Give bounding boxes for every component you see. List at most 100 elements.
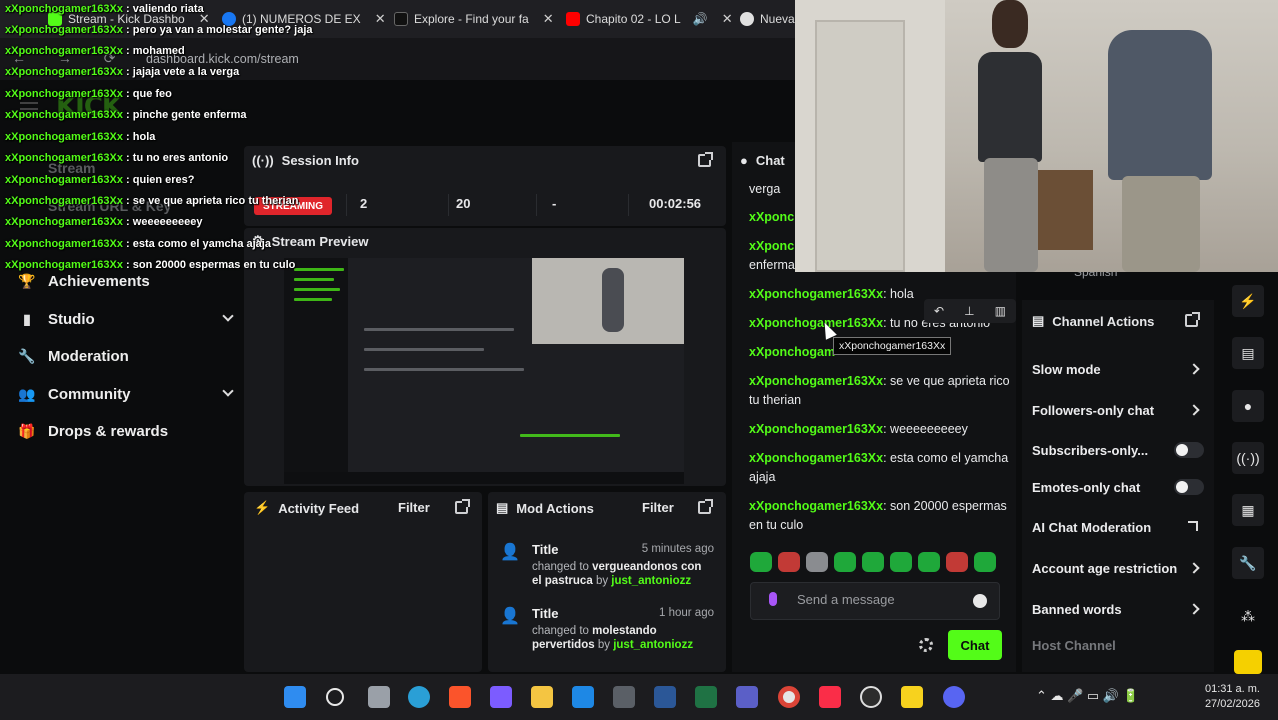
obs-icon[interactable] — [860, 686, 882, 708]
popout-icon[interactable] — [1185, 312, 1200, 327]
trophy-icon: 🏆 — [18, 272, 36, 289]
document-icon[interactable]: ▤ — [1232, 337, 1264, 369]
emote-icon[interactable] — [834, 552, 856, 572]
discord-icon[interactable] — [943, 686, 965, 708]
tab-youtube[interactable]: Chapito 02 - LO L 🔊 ✕ — [558, 6, 741, 32]
activity-feed-title: ⚡ Activity Feed — [254, 500, 360, 516]
preview-webcam — [532, 258, 684, 344]
tab-tiktok[interactable]: Explore - Find your fa ✕ — [386, 6, 562, 32]
copilot-icon[interactable] — [490, 686, 512, 708]
clock[interactable]: 01:31 a. m. 27/02/2026 — [1198, 682, 1260, 712]
overlay-message: xXponchogamer163Xx : jajaja vete a la ve… — [5, 66, 240, 78]
chat-username[interactable]: xXponchogamer163Xx — [749, 422, 883, 436]
popout-icon[interactable] — [698, 499, 713, 514]
chat-settings-icon[interactable] — [919, 638, 933, 652]
emote-icon[interactable] — [946, 552, 968, 572]
divider — [628, 194, 629, 216]
chat-message: xXponchogamer163Xx: se ve que aprieta ri… — [749, 374, 1010, 407]
share-icon[interactable]: ⁂ — [1232, 600, 1264, 632]
overlay-message: xXponchogamer163Xx : pinche gente enferm… — [5, 109, 247, 121]
teams-icon[interactable] — [736, 686, 758, 708]
sidebar-item-drops-rewards[interactable]: 🎁 Drops & rewards — [18, 422, 228, 440]
close-icon[interactable]: ✕ — [375, 11, 386, 27]
emote-icon[interactable] — [862, 552, 884, 572]
trash-icon[interactable]: ▥ — [995, 304, 1006, 318]
chat-bubble-icon[interactable]: ● — [1232, 390, 1264, 422]
windows-start-icon[interactable] — [284, 686, 306, 708]
wrench-icon[interactable]: 🔧 — [1232, 547, 1264, 579]
webcam-door — [815, 20, 905, 272]
sidebar-item-studio[interactable]: ▮ Studio — [18, 310, 234, 328]
edge-icon[interactable] — [408, 686, 430, 708]
close-icon[interactable]: ✕ — [543, 11, 554, 27]
system-tray-icons[interactable]: ⌃ ☁ 🎤 ▭ 🔊 🔋 — [1036, 688, 1139, 703]
pin-icon[interactable]: ⊥ — [964, 304, 974, 318]
emote-icon[interactable] — [778, 552, 800, 572]
notes-icon[interactable] — [901, 686, 923, 708]
emote-icon[interactable] — [750, 552, 772, 572]
emotes-only-toggle[interactable] — [1174, 479, 1204, 495]
tab-new[interactable]: Nueva — [732, 6, 803, 32]
activity-feed-panel — [244, 492, 482, 672]
folder-icon[interactable] — [531, 686, 553, 708]
broadcast-icon: ((·)) — [252, 153, 274, 168]
chrome-icon[interactable] — [778, 686, 800, 708]
emote-icon[interactable] — [974, 552, 996, 572]
search-icon[interactable] — [326, 688, 344, 706]
bolt-icon[interactable]: ⚡ — [1232, 285, 1264, 317]
chrome-favicon-icon — [740, 12, 754, 26]
overlay-message: xXponchogamer163Xx : valiendo riata — [5, 3, 204, 15]
sidebar-item-achievements[interactable]: 🏆 Achievements — [18, 272, 228, 290]
message-tools: ↶ ⊥ ▥ — [924, 299, 1016, 323]
overlay-message: xXponchogamer163Xx : quien eres? — [5, 174, 195, 186]
broadcast-icon[interactable]: ((·)) — [1232, 442, 1264, 474]
mod-filter-button[interactable]: Filter — [642, 500, 674, 515]
popout-icon[interactable] — [698, 152, 713, 167]
stream-preview-video[interactable] — [284, 258, 684, 484]
emote-icon[interactable] — [890, 552, 912, 572]
emote-icon[interactable] — [918, 552, 940, 572]
chat-username[interactable]: xXponchogamer163Xx — [749, 287, 883, 301]
account-age-restriction-item[interactable]: Account age restriction — [1032, 561, 1206, 576]
sidebar-item-moderation[interactable]: 🔧 Moderation — [18, 347, 228, 365]
brave-icon[interactable] — [449, 686, 471, 708]
excel-icon[interactable] — [695, 686, 717, 708]
undo-icon[interactable]: ↶ — [934, 304, 944, 318]
close-icon[interactable]: ✕ — [722, 11, 733, 27]
chat-title: ● Chat — [740, 153, 785, 168]
followers-only-item[interactable]: Followers-only chat — [1032, 403, 1206, 418]
send-chat-button[interactable]: Chat — [948, 630, 1002, 660]
host-channel-item[interactable]: Host Channel — [1032, 638, 1206, 653]
activity-filter-button[interactable]: Filter — [398, 500, 430, 515]
ai-chat-moderation-item[interactable]: AI Chat Moderation — [1032, 520, 1206, 535]
calculator-icon[interactable] — [613, 686, 635, 708]
emoji-icon[interactable] — [973, 594, 987, 608]
chat-username[interactable]: xXponchogam — [749, 345, 835, 359]
clapperboard-icon[interactable] — [1234, 650, 1262, 674]
subscribers-only-toggle[interactable] — [1174, 442, 1204, 458]
chat-username[interactable]: xXponchogamer163Xx — [749, 316, 883, 330]
username-link[interactable]: just_antoniozz — [611, 575, 691, 587]
username-link[interactable]: just_antoniozz — [613, 639, 693, 651]
layout-icon[interactable]: ▦ — [1232, 494, 1264, 526]
emote-icon[interactable] — [806, 552, 828, 572]
banned-words-item[interactable]: Banned words — [1032, 602, 1206, 617]
slow-mode-item[interactable]: Slow mode — [1032, 362, 1206, 377]
overlay-message: xXponchogamer163Xx : weeeeeeeeey — [5, 216, 203, 228]
speaker-icon[interactable]: 🔊 — [693, 12, 708, 26]
chat-input[interactable] — [797, 592, 967, 607]
mod-action-entry: 👤 Title 1 hour ago changed to molestando… — [500, 606, 714, 651]
sidebar-item-community[interactable]: 👥 Community — [18, 385, 234, 403]
outlook-icon[interactable] — [572, 686, 594, 708]
word-icon[interactable] — [654, 686, 676, 708]
preview-sidebar — [284, 258, 348, 484]
chat-username[interactable]: xXponchogamer163Xx — [749, 374, 883, 388]
task-view-icon[interactable] — [368, 686, 390, 708]
music-icon[interactable] — [819, 686, 841, 708]
user-icon: 👤 — [500, 544, 520, 561]
chat-username[interactable]: xXponchogamer163Xx — [749, 499, 883, 513]
popout-icon[interactable] — [455, 499, 470, 514]
chevron-right-icon — [1188, 603, 1200, 615]
microphone-icon[interactable] — [769, 592, 777, 606]
chat-username[interactable]: xXponchogamer163Xx — [749, 451, 883, 465]
